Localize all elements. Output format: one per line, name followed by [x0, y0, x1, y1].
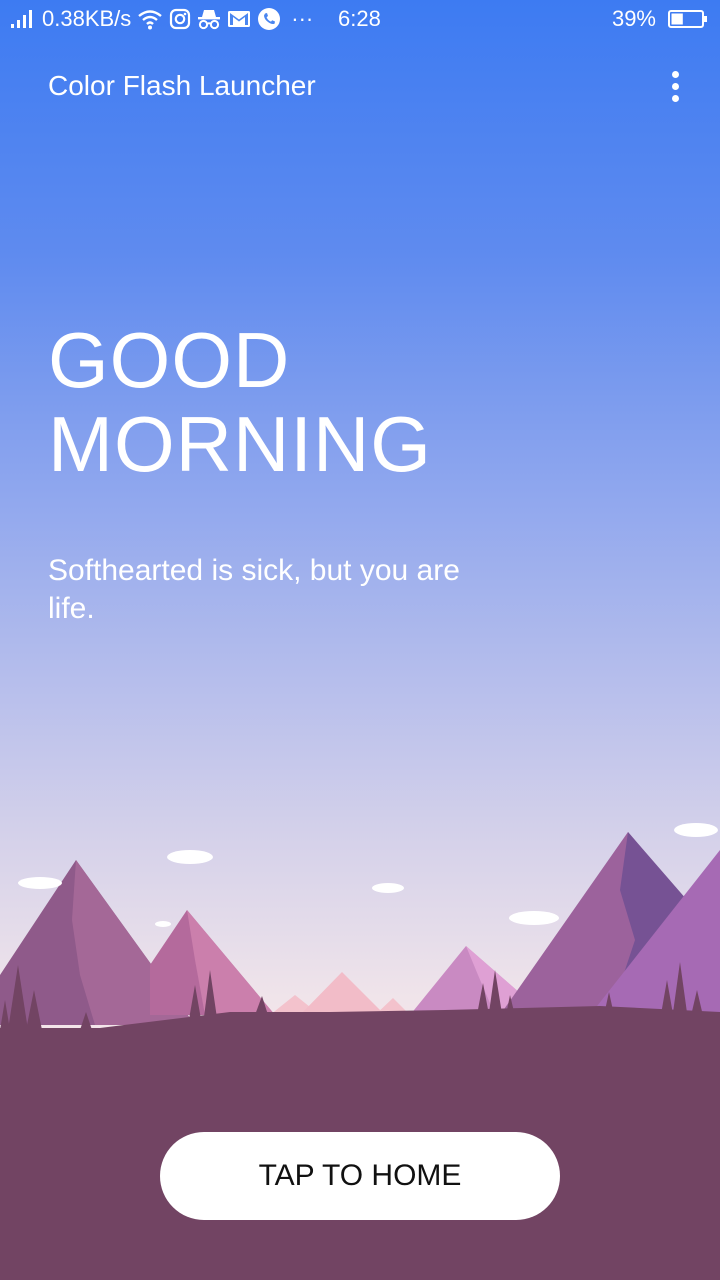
- signal-icon: [10, 9, 36, 29]
- status-right: 39%: [612, 6, 708, 32]
- greeting-title: GOOD MORNING: [48, 318, 432, 486]
- status-left: 0.38KB/s ···: [10, 6, 313, 32]
- clock: 6:28: [338, 6, 381, 31]
- greeting-line-1: GOOD: [48, 316, 291, 404]
- instagram-icon: [169, 8, 191, 30]
- more-options-button[interactable]: [660, 66, 690, 106]
- battery-icon: [668, 9, 708, 29]
- whatsapp-icon: [257, 7, 281, 31]
- tap-to-home-button[interactable]: TAP TO HOME: [160, 1132, 560, 1220]
- battery-percentage: 39%: [611, 6, 656, 31]
- app-bar: Color Flash Launcher: [0, 60, 720, 116]
- wifi-icon: [137, 8, 163, 30]
- status-bar: 0.38KB/s ··· 6:28 39%: [0, 0, 720, 38]
- app-title: Color Flash Launcher: [48, 70, 316, 101]
- incognito-icon: [197, 8, 221, 30]
- quote-text: Softhearted is sick, but you are life.: [48, 554, 460, 625]
- gmail-icon: [227, 9, 251, 29]
- network-speed: 0.38KB/s: [42, 6, 132, 31]
- more-vert-icon: [671, 70, 679, 78]
- overflow-indicator: ···: [291, 6, 314, 31]
- greeting-line-2: MORNING: [48, 400, 432, 488]
